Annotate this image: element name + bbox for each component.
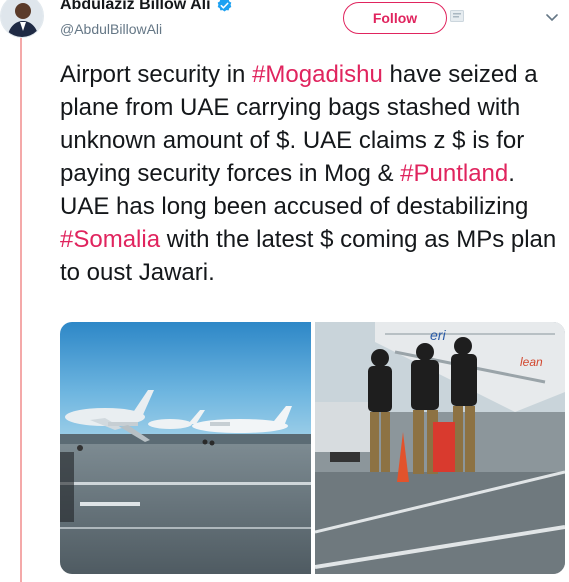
photo-airport-tarmac[interactable] (60, 322, 311, 574)
tweet-text-segment: Airport security in (60, 61, 253, 88)
thread-line (20, 36, 22, 582)
profile-photo-icon (1, 0, 43, 37)
svg-text:lean: lean (520, 355, 543, 369)
tweet-header: Abdulaziz Billow Ali @AbdulBillowAli Fol… (60, 0, 569, 40)
avatar[interactable] (0, 0, 44, 38)
svg-text:eri: eri (430, 327, 446, 343)
tweet-media: eri lean (60, 322, 565, 574)
hashtag-link[interactable]: #Puntland (400, 160, 508, 187)
follow-button[interactable]: Follow (343, 2, 447, 34)
verified-badge-icon (217, 0, 231, 12)
security-guards-photo-icon: eri lean (315, 322, 565, 574)
photo-security-guards[interactable]: eri lean (315, 322, 565, 574)
reply-icon[interactable] (450, 10, 464, 22)
hashtag-link[interactable]: #Mogadishu (252, 61, 383, 88)
hashtag-link[interactable]: #Somalia (60, 226, 160, 253)
user-handle[interactable]: @AbdulBillowAli (60, 21, 162, 37)
display-name[interactable]: Abdulaziz Billow Ali (60, 0, 211, 14)
name-row: Abdulaziz Billow Ali (60, 0, 233, 14)
tweet-text: Airport security in #Mogadishu have seiz… (60, 58, 560, 289)
airport-tarmac-photo-icon (60, 322, 311, 574)
chevron-down-icon[interactable] (546, 14, 558, 22)
